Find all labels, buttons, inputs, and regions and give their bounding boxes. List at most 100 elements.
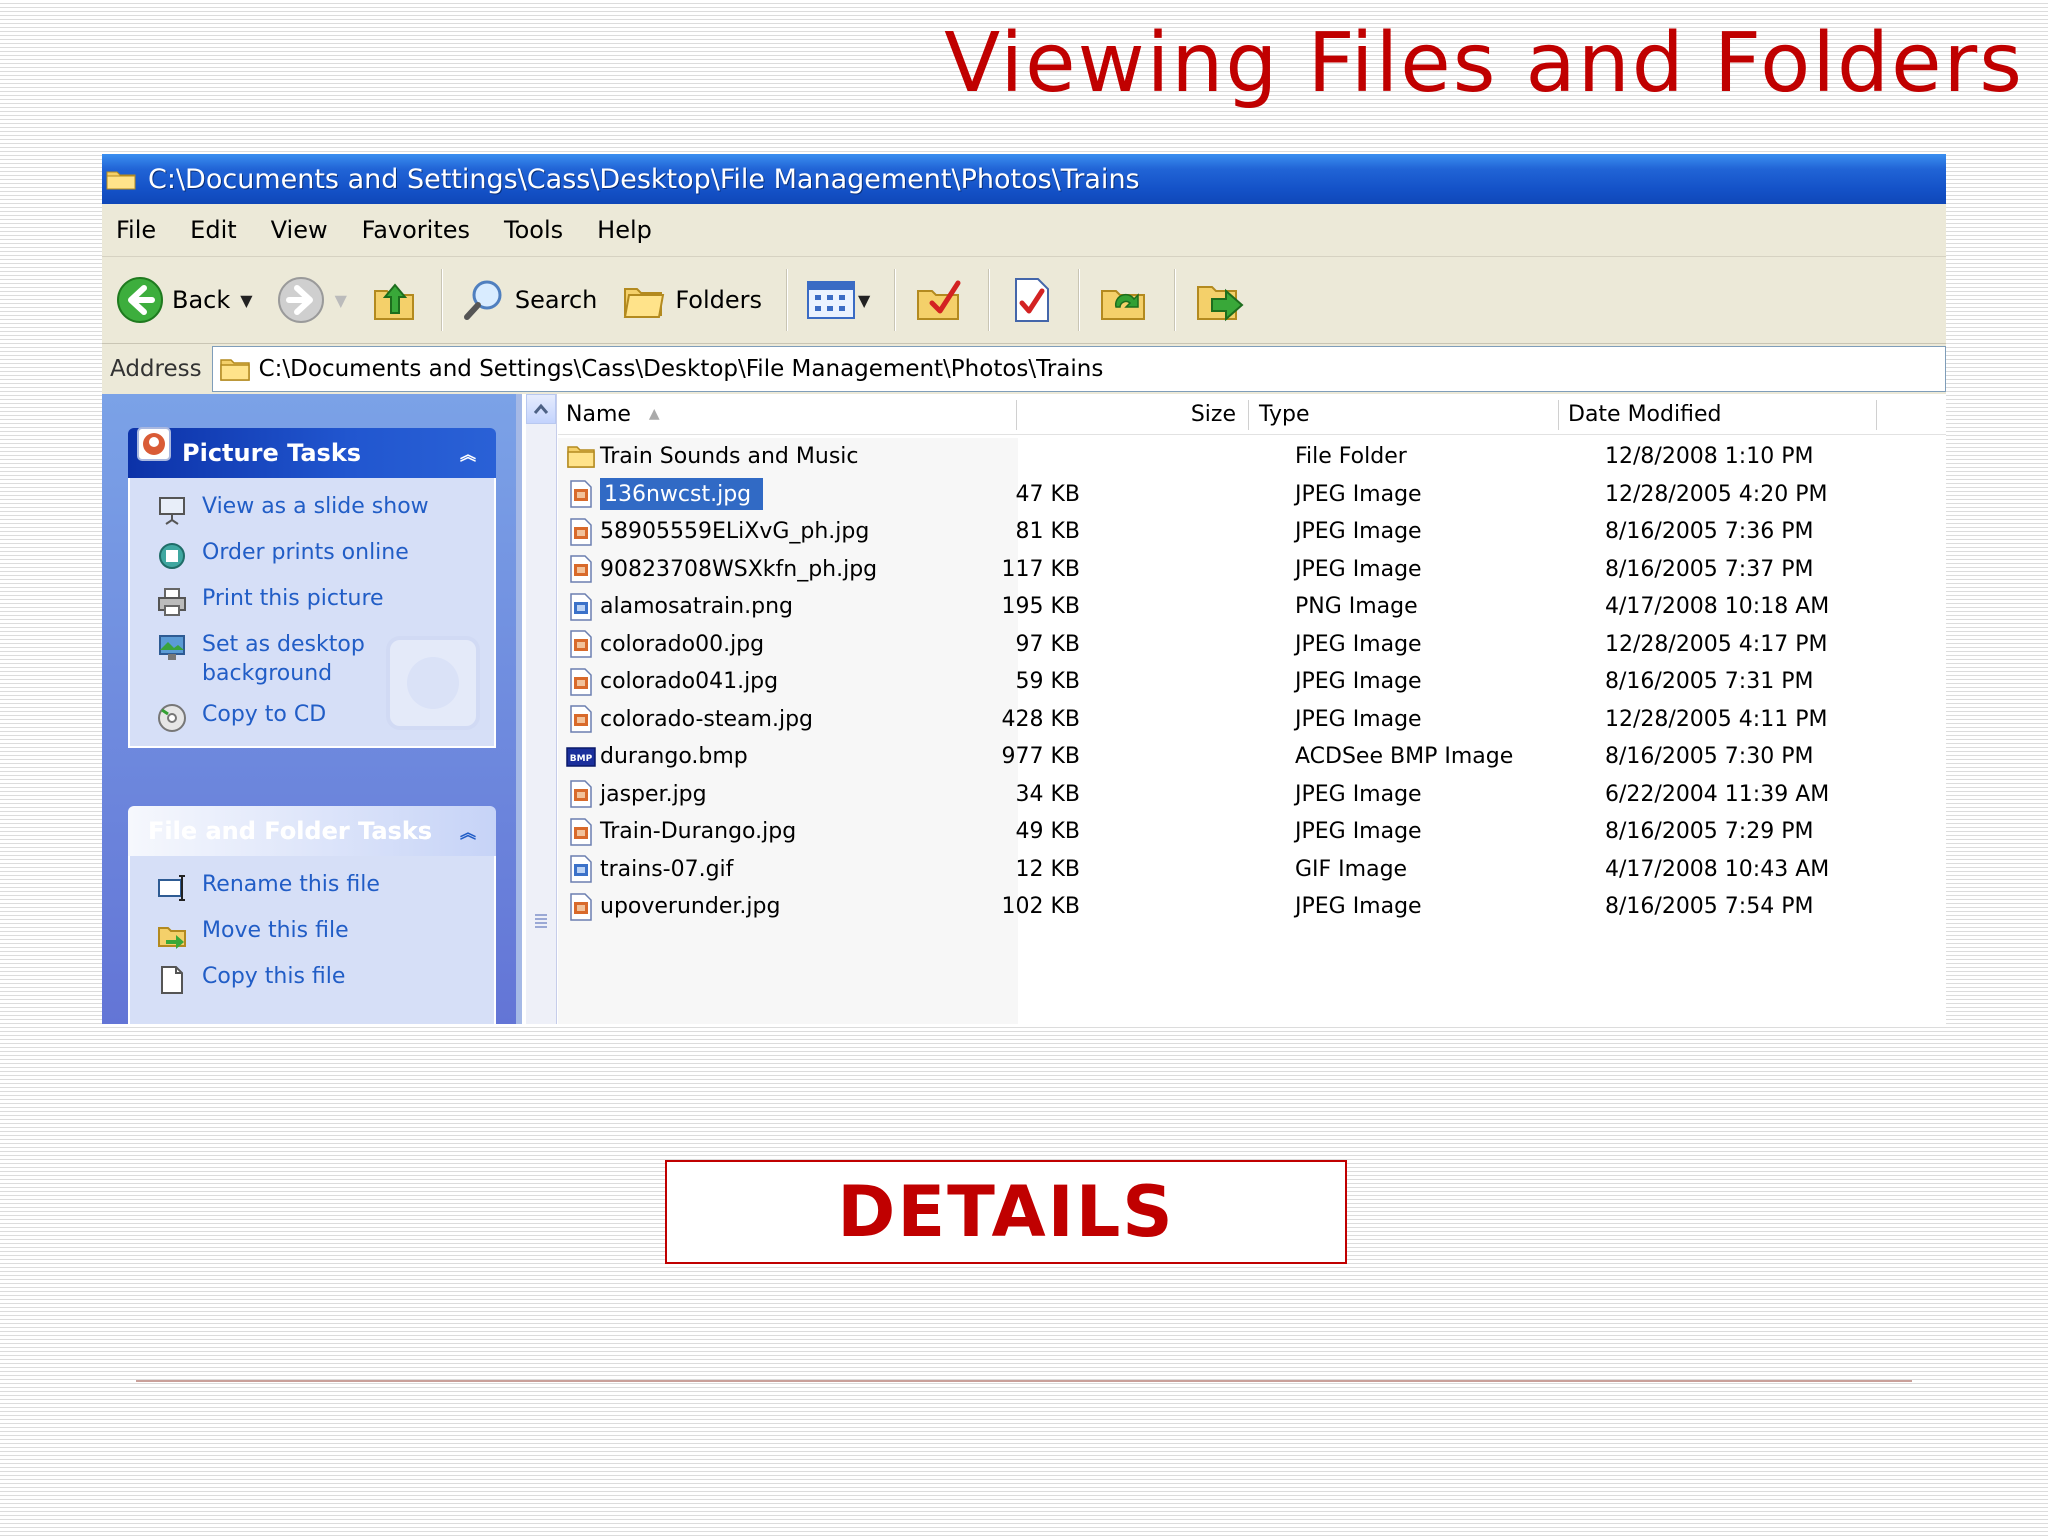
search-button[interactable]: Search	[461, 277, 597, 323]
collapse-chevron-icon[interactable]: ︽	[456, 441, 480, 465]
forward-dropdown-icon[interactable]: ▼	[335, 291, 347, 310]
file-row[interactable]: jasper.jpg 34 KB JPEG Image 6/22/2004 11:39…	[558, 776, 1946, 814]
file-list: Train Sounds and Music File Folder 12/8/20…	[558, 438, 1946, 926]
export-button[interactable]	[1194, 277, 1246, 323]
png-file-icon	[570, 593, 592, 621]
file-row[interactable]: colorado041.jpg 59 KB JPEG Image 8/16/2005 …	[558, 663, 1946, 701]
menu-edit[interactable]: Edit	[190, 216, 236, 244]
file-name-cell[interactable]: trains-07.gif	[566, 851, 733, 889]
file-size: 49 KB	[1015, 819, 1080, 845]
file-name-cell[interactable]: 58905559ELiXvG_ph.jpg	[566, 513, 869, 551]
column-divider[interactable]	[1016, 400, 1017, 430]
up-folder-button[interactable]	[371, 277, 417, 323]
toolbar-separator	[1174, 269, 1177, 331]
vertical-scrollbar[interactable]	[526, 394, 557, 1024]
file-name: 58905559ELiXvG_ph.jpg	[600, 519, 870, 545]
back-dropdown-icon[interactable]: ▼	[240, 291, 252, 310]
copy-icon	[161, 966, 183, 994]
task-copy-file[interactable]: Copy this file	[130, 956, 494, 1002]
file-name-cell[interactable]: 90823708WSXkfn_ph.jpg	[566, 551, 877, 589]
task-label: Order prints online	[202, 540, 409, 565]
task-pane: Picture Tasks ︽ View as a slide show Ord…	[102, 394, 522, 1024]
address-bar: Address C:\Documents and Settings\Cass\D…	[102, 344, 1946, 395]
gif-file-icon	[570, 855, 592, 883]
back-button[interactable]: Back ▼	[116, 276, 253, 324]
sync-button[interactable]	[1098, 277, 1150, 323]
jpeg-file-icon	[570, 518, 592, 546]
jpeg-file-icon	[570, 630, 592, 658]
menu-tools[interactable]: Tools	[504, 216, 563, 244]
column-divider[interactable]	[1558, 400, 1559, 430]
file-row[interactable]: Train Sounds and Music File Folder 12/8/20…	[558, 438, 1946, 476]
file-type: ACDSee BMP Image	[1295, 744, 1514, 770]
file-type: JPEG Image	[1295, 631, 1422, 657]
file-name-cell[interactable]: jasper.jpg	[566, 776, 707, 814]
move-to-button[interactable]	[914, 277, 964, 323]
file-row[interactable]: colorado-steam.jpg 428 KB JPEG Image 12/28/…	[558, 701, 1946, 739]
copy-to-button[interactable]	[1008, 275, 1054, 325]
file-row[interactable]: Train-Durango.jpg 49 KB JPEG Image 8/16/200…	[558, 813, 1946, 851]
task-rename-file[interactable]: Rename this file	[130, 864, 494, 910]
picture-tasks-header[interactable]: Picture Tasks ︽	[128, 427, 496, 478]
folders-button[interactable]: Folders	[621, 277, 762, 323]
file-date-modified: 12/28/2005 4:20 PM	[1605, 481, 1828, 507]
file-row[interactable]: upoverunder.jpg 102 KB JPEG Image 8/16/2005…	[558, 888, 1946, 926]
views-dropdown-icon[interactable]: ▼	[858, 291, 870, 310]
printer-icon	[158, 588, 186, 616]
file-type: JPEG Image	[1295, 556, 1422, 582]
menu-view[interactable]: View	[271, 216, 328, 244]
file-type: JPEG Image	[1295, 781, 1422, 807]
column-divider[interactable]	[1248, 400, 1249, 430]
file-name-cell[interactable]: colorado041.jpg	[566, 663, 778, 701]
file-row[interactable]: alamosatrain.png 195 KB PNG Image 4/17/2008…	[558, 588, 1946, 626]
file-name-cell[interactable]: Train Sounds and Music	[566, 438, 859, 476]
file-row[interactable]: 90823708WSXkfn_ph.jpg 117 KB JPEG Image 8/1…	[558, 551, 1946, 589]
file-size: 97 KB	[1015, 631, 1080, 657]
file-name-cell[interactable]: alamosatrain.png	[566, 588, 793, 626]
file-name-cell[interactable]: upoverunder.jpg	[566, 888, 780, 926]
file-size: 102 KB	[1001, 894, 1080, 920]
file-row[interactable]: 136nwcst.jpg 47 KB JPEG Image 12/28/2005 4:…	[558, 476, 1946, 514]
column-header-type[interactable]: Type	[1259, 394, 1559, 434]
file-name-cell[interactable]: Train-Durango.jpg	[566, 813, 796, 851]
menu-favorites[interactable]: Favorites	[362, 216, 470, 244]
file-name-cell[interactable]: 136nwcst.jpg	[566, 476, 764, 514]
address-field[interactable]: C:\Documents and Settings\Cass\Desktop\F…	[211, 346, 1946, 392]
column-divider[interactable]	[1876, 400, 1877, 430]
forward-button[interactable]: ▼	[277, 276, 347, 324]
file-name-cell[interactable]: colorado-steam.jpg	[566, 701, 813, 739]
address-value: C:\Documents and Settings\Cass\Desktop\F…	[258, 356, 1104, 382]
task-move-file[interactable]: Move this file	[130, 910, 494, 956]
file-type: PNG Image	[1295, 594, 1418, 620]
move-icon	[158, 927, 186, 949]
file-name: upoverunder.jpg	[600, 894, 781, 920]
folder-icon	[567, 446, 595, 468]
file-date-modified: 4/17/2008 10:43 AM	[1605, 856, 1830, 882]
file-name: 90823708WSXkfn_ph.jpg	[600, 556, 878, 582]
folders-icon	[624, 288, 665, 318]
scroll-grip-icon[interactable]	[535, 914, 547, 928]
file-type: File Folder	[1295, 444, 1407, 470]
file-folder-tasks-header[interactable]: File and Folder Tasks ︽	[128, 806, 496, 856]
column-header-date[interactable]: Date Modified	[1568, 394, 1868, 434]
menu-file[interactable]: File	[116, 216, 156, 244]
task-view-slideshow[interactable]: View as a slide show	[130, 486, 494, 532]
file-name-cell[interactable]: BMP durango.bmp	[566, 738, 748, 776]
scroll-up-icon[interactable]	[526, 394, 556, 424]
file-name: durango.bmp	[600, 744, 748, 770]
column-header-size[interactable]: Size	[1018, 394, 1236, 434]
file-row[interactable]: colorado00.jpg 97 KB JPEG Image 12/28/2005 …	[558, 626, 1946, 664]
column-header-name[interactable]: Name ▲	[566, 394, 1006, 434]
file-row[interactable]: BMP durango.bmp 977 KB ACDSee BMP Image 8/16…	[558, 738, 1946, 776]
file-date-modified: 12/28/2005 4:17 PM	[1605, 631, 1828, 657]
file-row[interactable]: trains-07.gif 12 KB GIF Image 4/17/2008 10:…	[558, 851, 1946, 889]
menu-help[interactable]: Help	[597, 216, 652, 244]
task-order-prints[interactable]: Order prints online	[130, 532, 494, 578]
views-button[interactable]: ▼	[806, 278, 870, 322]
file-size: 195 KB	[1001, 594, 1080, 620]
file-name-cell[interactable]: colorado00.jpg	[566, 626, 764, 664]
task-print-picture[interactable]: Print this picture	[130, 578, 494, 624]
file-row[interactable]: 58905559ELiXvG_ph.jpg 81 KB JPEG Image 8/16…	[558, 513, 1946, 551]
collapse-chevron-icon[interactable]: ︽	[456, 819, 480, 843]
window-titlebar[interactable]: C:\Documents and Settings\Cass\Desktop\F…	[102, 154, 1946, 204]
